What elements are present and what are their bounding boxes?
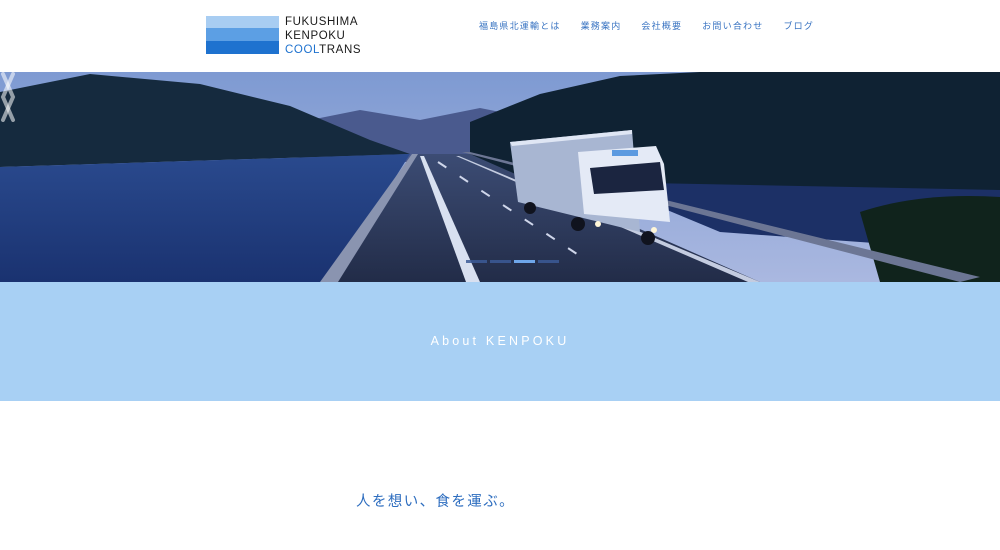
logo-trans: TRANS <box>319 44 362 56</box>
slider-pagination <box>466 260 562 263</box>
slider-dot[interactable] <box>490 260 511 263</box>
nav-item-services[interactable]: 業務案内 <box>581 19 622 32</box>
main-nav: 福島県北運輸とは 業務案内 会社概要 お問い合わせ ブログ <box>479 19 834 32</box>
hero-next-button[interactable] <box>0 72 16 122</box>
about-band: About KENPOKU <box>0 282 1000 401</box>
site-header: FUKUSHIMA KENPOKU COOLTRANS 福島県北運輸とは 業務案… <box>0 0 1000 72</box>
logo-line-3: COOLTRANS <box>285 44 361 56</box>
logo-line-1: FUKUSHIMA <box>285 16 359 28</box>
logo-cool: COOL <box>285 44 320 56</box>
tagline: 人を想い、食を運ぶ。 <box>356 494 515 510</box>
site-logo[interactable]: FUKUSHIMA KENPOKU COOLTRANS <box>206 16 366 56</box>
hero-slider <box>0 72 1000 282</box>
hero-image <box>0 72 1000 282</box>
nav-item-contact[interactable]: お問い合わせ <box>702 19 763 32</box>
nav-item-blog[interactable]: ブログ <box>783 19 814 32</box>
logo-line-2: KENPOKU <box>285 30 346 42</box>
logo-mark <box>206 16 279 54</box>
slider-dot[interactable] <box>514 260 535 263</box>
logo-text: FUKUSHIMA KENPOKU COOLTRANS <box>285 16 361 56</box>
slider-dot[interactable] <box>466 260 487 263</box>
nav-item-about[interactable]: 福島県北運輸とは <box>479 19 561 32</box>
nav-item-company[interactable]: 会社概要 <box>641 19 682 32</box>
slider-dot[interactable] <box>538 260 559 263</box>
about-title: About KENPOKU <box>430 334 570 348</box>
